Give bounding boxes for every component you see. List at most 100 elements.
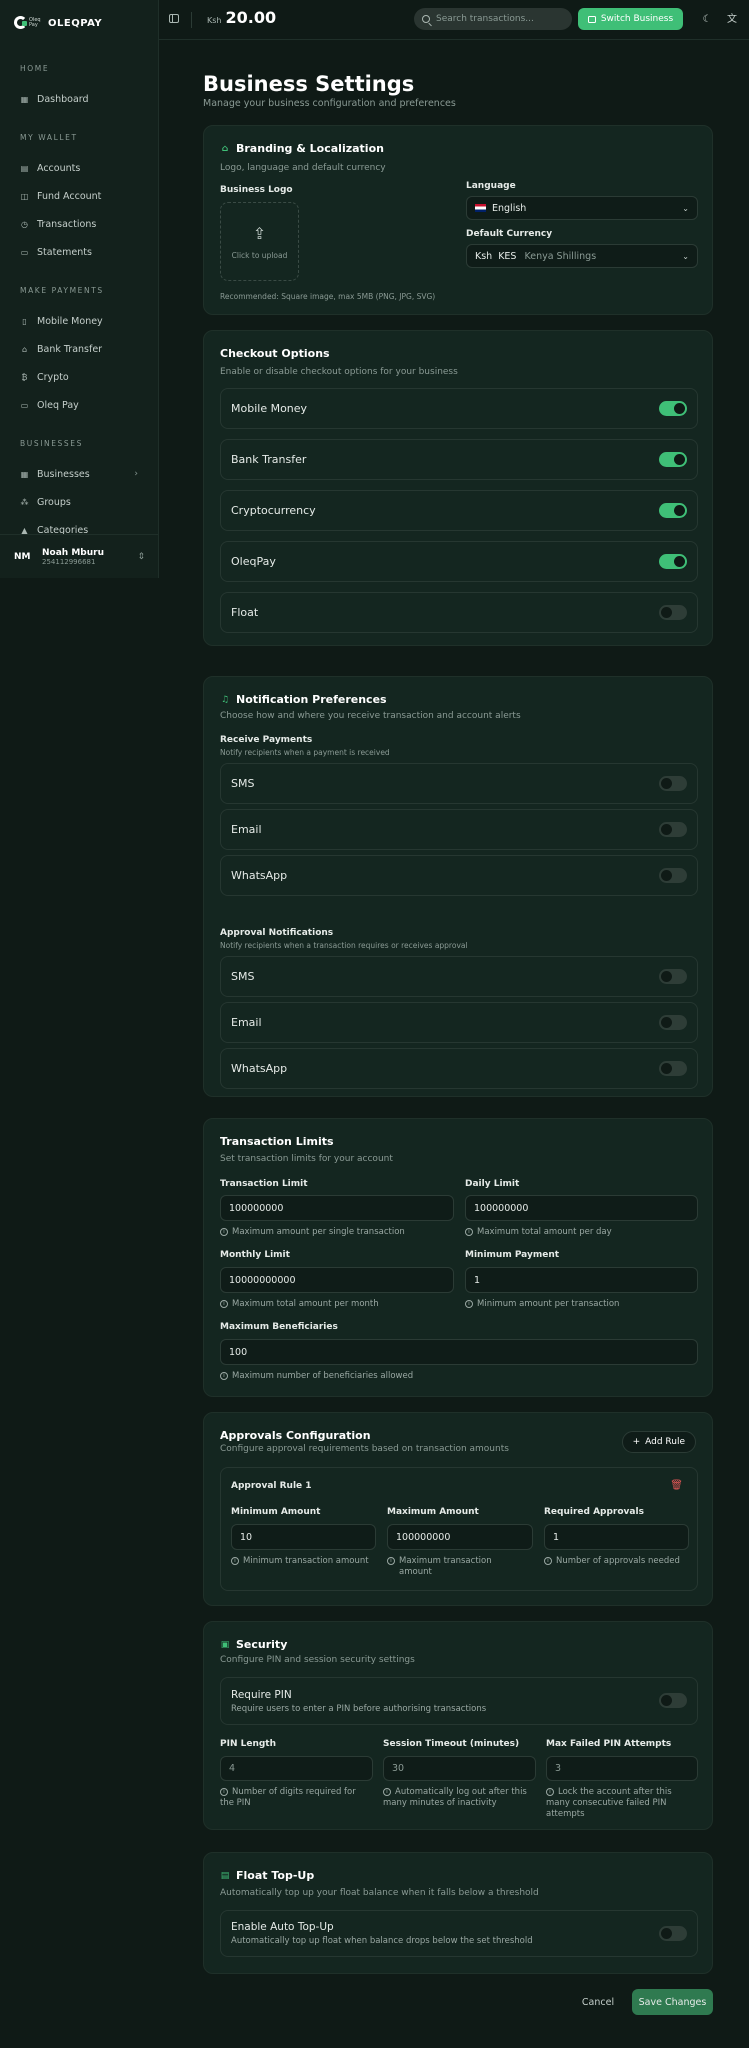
chevron-down-icon: ⌄ xyxy=(682,251,689,261)
user-menu[interactable]: NM Noah Mburu 254112996681 ⇕ xyxy=(0,534,159,578)
minimum-payment-hint: i Minimum amount per transaction xyxy=(465,1299,619,1310)
add-rule-button[interactable]: + Add Rule xyxy=(621,1431,696,1453)
search-bar[interactable] xyxy=(414,8,572,30)
section-label-make-payments: MAKE PAYMENTS xyxy=(20,286,104,295)
currency-select[interactable]: Ksh KES Kenya Shillings ⌄ xyxy=(466,244,698,268)
approval-sms-toggle[interactable] xyxy=(659,968,687,984)
required-approvals-input[interactable]: 1 xyxy=(544,1524,689,1550)
max-beneficiaries-input[interactable]: 100 xyxy=(220,1339,698,1365)
transaction-limit-input[interactable]: 100000000 xyxy=(220,1195,454,1221)
pin-length-label: PIN Length xyxy=(220,1739,277,1749)
oleqpay-logo-icon: Oleq Pay xyxy=(14,16,42,30)
float-topup-title: ▤ Float Top-Up xyxy=(220,1869,315,1882)
cryptocurrency-toggle[interactable] xyxy=(659,502,687,518)
minimum-payment-input[interactable]: 1 xyxy=(465,1267,698,1293)
uk-flag-icon xyxy=(475,204,486,212)
translate-icon[interactable]: 文 xyxy=(726,14,738,26)
sidebar-item-accounts[interactable]: ▤ Accounts xyxy=(0,154,158,182)
user-name: Noah Mburu xyxy=(42,547,104,558)
logo-hint: Recommended: Square image, max 5MB (PNG,… xyxy=(220,292,436,301)
accounts-icon: ▤ xyxy=(20,163,29,173)
sidebar-item-statements[interactable]: ▭ Statements xyxy=(0,238,158,266)
trash-icon[interactable]: 🗑 xyxy=(670,1480,683,1491)
checkout-option-float: Float xyxy=(220,592,698,633)
max-beneficiaries-hint: i Maximum number of beneficiaries allowed xyxy=(220,1371,413,1382)
cancel-button[interactable]: Cancel xyxy=(573,1990,623,2014)
sidebar-item-businesses[interactable]: ▦ Businesses › xyxy=(0,460,158,488)
max-amount-input[interactable]: 100000000 xyxy=(387,1524,533,1550)
bank-transfer-toggle[interactable] xyxy=(659,451,687,467)
info-icon: i xyxy=(220,1228,228,1236)
sidebar-item-groups[interactable]: ⁂ Groups xyxy=(0,488,158,516)
info-icon: i xyxy=(220,1788,228,1796)
logo-upload-dropzone[interactable]: ⇪ Click to upload xyxy=(220,202,299,281)
security-title: ▣ Security xyxy=(220,1638,288,1651)
require-pin-toggle[interactable] xyxy=(659,1693,687,1708)
info-icon: i xyxy=(383,1788,391,1796)
pin-length-hint: i Number of digits required for the PIN xyxy=(220,1787,356,1808)
section-label-home: HOME xyxy=(20,64,50,73)
bell-icon: ♫ xyxy=(220,694,230,705)
sidebar-item-bank-transfer[interactable]: ⌂ Bank Transfer xyxy=(0,335,158,363)
page-subtitle: Manage your business configuration and p… xyxy=(203,98,456,109)
approvals-title: Approvals Configuration xyxy=(220,1429,371,1442)
oleqpay-toggle[interactable] xyxy=(659,553,687,569)
daily-limit-hint: i Maximum total amount per day xyxy=(465,1227,612,1238)
mobile-money-toggle[interactable] xyxy=(659,400,687,416)
float-topup-card: ▤ Float Top-Up Automatically top up your… xyxy=(203,1852,713,1974)
receive-payments-heading: Receive Payments xyxy=(220,735,313,745)
approval-email-toggle[interactable] xyxy=(659,1014,687,1030)
plus-icon: + xyxy=(632,1437,641,1447)
language-select[interactable]: English ⌄ xyxy=(466,196,698,220)
min-amount-input[interactable]: 10 xyxy=(231,1524,376,1550)
receive-email-toggle[interactable] xyxy=(659,821,687,837)
bitcoin-icon: ₿ xyxy=(21,372,28,382)
wallet-balance: Ksh 20.00 xyxy=(207,8,276,27)
session-timeout-input[interactable]: 30 xyxy=(383,1756,536,1781)
sidebar-item-dashboard[interactable]: ▦ Dashboard xyxy=(0,85,158,113)
info-icon: i xyxy=(231,1557,239,1565)
limits-title: Transaction Limits xyxy=(220,1135,334,1148)
moon-icon[interactable]: ☾ xyxy=(701,14,713,26)
info-icon: i xyxy=(465,1228,473,1236)
sidebar-item-oleq-pay[interactable]: ▭ Oleq Pay xyxy=(0,391,158,419)
chevrons-up-down-icon: ⇕ xyxy=(137,551,145,562)
max-failed-input[interactable]: 3 xyxy=(546,1756,698,1781)
float-toggle[interactable] xyxy=(659,604,687,620)
limits-subtitle: Set transaction limits for your account xyxy=(220,1154,393,1164)
switch-business-button[interactable]: Switch Business xyxy=(578,8,683,30)
brand-logo[interactable]: Oleq Pay OLEQPAY xyxy=(0,0,158,46)
dashboard-icon: ▦ xyxy=(20,94,29,104)
checkout-option-cryptocurrency: Cryptocurrency xyxy=(220,490,698,531)
receive-sms-toggle[interactable] xyxy=(659,775,687,791)
daily-limit-input[interactable]: 100000000 xyxy=(465,1195,698,1221)
info-icon: i xyxy=(544,1557,552,1565)
min-amount-label: Minimum Amount xyxy=(231,1507,321,1517)
min-amount-hint: i Minimum transaction amount xyxy=(231,1556,369,1567)
save-changes-button[interactable]: Save Changes xyxy=(632,1989,713,2015)
sidebar-item-transactions[interactable]: ◷ Transactions xyxy=(0,210,158,238)
approval-whatsapp-toggle[interactable] xyxy=(659,1060,687,1076)
checkout-option-bank-transfer: Bank Transfer xyxy=(220,439,698,480)
clock-icon: ◷ xyxy=(21,219,28,229)
wallet-icon: ▤ xyxy=(220,1870,230,1881)
daily-limit-label: Daily Limit xyxy=(465,1179,520,1189)
sidebar-item-mobile-money[interactable]: ▯ Mobile Money xyxy=(0,307,158,335)
building-icon: ▦ xyxy=(20,469,29,479)
monthly-limit-input[interactable]: 10000000000 xyxy=(220,1267,454,1293)
minimum-payment-label: Minimum Payment xyxy=(465,1250,560,1260)
divider xyxy=(191,12,192,28)
pin-length-input[interactable]: 4 xyxy=(220,1756,373,1781)
card-icon: ▭ xyxy=(20,400,29,410)
transaction-limit-hint: i Maximum amount per single transaction xyxy=(220,1227,405,1238)
store-icon: ⌂ xyxy=(221,143,229,154)
sidebar-item-crypto[interactable]: ₿ Crypto xyxy=(0,363,158,391)
search-input[interactable] xyxy=(436,14,556,24)
receive-whatsapp-toggle[interactable] xyxy=(659,867,687,883)
receive-sms-row: SMS xyxy=(220,763,698,804)
info-icon: i xyxy=(546,1788,554,1796)
sidebar-toggle-icon[interactable] xyxy=(169,14,179,23)
approval-whatsapp-row: WhatsApp xyxy=(220,1048,698,1089)
sidebar-item-fund-account[interactable]: ◫ Fund Account xyxy=(0,182,158,210)
auto-topup-toggle[interactable] xyxy=(659,1925,687,1941)
